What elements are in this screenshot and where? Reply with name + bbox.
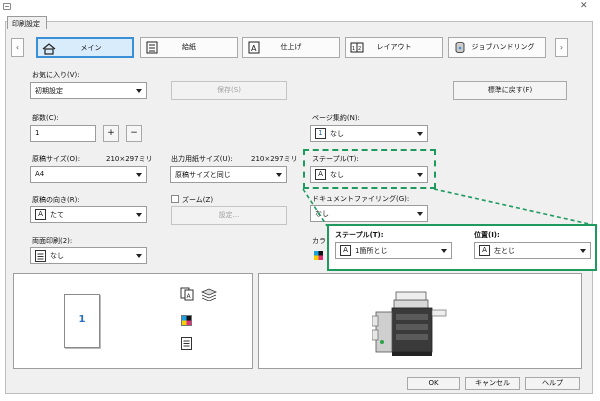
- chevron-down-icon: [136, 89, 142, 93]
- tab-layout-label: レイアウト: [376, 43, 412, 51]
- tab-print-settings[interactable]: 印刷設定: [7, 16, 47, 29]
- callout-position-label: 位置(I):: [474, 231, 500, 239]
- color-mode-icon: [314, 251, 323, 260]
- close-window-button[interactable]: ✕: [580, 1, 588, 11]
- original-size-value: A4: [35, 170, 45, 178]
- tab-finishing-label: 仕上げ: [280, 43, 302, 51]
- original-size-select[interactable]: A4: [30, 166, 147, 183]
- staple-highlight-frame: [303, 149, 436, 189]
- position-letter-icon: A: [479, 245, 490, 256]
- document-filing-value: なし: [315, 210, 329, 218]
- copies-increment-button[interactable]: +: [103, 125, 119, 142]
- zoom-settings-button[interactable]: 設定...: [171, 206, 287, 225]
- preview-page-number: 1: [78, 314, 86, 325]
- nav-next-button[interactable]: ›: [555, 38, 568, 57]
- tab-job-handling-label: ジョブハンドリング: [471, 43, 535, 51]
- tab-main[interactable]: メイン: [36, 37, 134, 58]
- output-size-select[interactable]: 原稿サイズと同じ: [170, 166, 287, 183]
- chevron-down-icon: [580, 249, 586, 253]
- color-mode-label: カラ: [312, 237, 326, 245]
- tab-job-handling[interactable]: ジョブハンドリング: [448, 37, 546, 58]
- help-button[interactable]: ヘルプ: [525, 377, 580, 390]
- favorites-value: 初期設定: [35, 87, 63, 95]
- n-up-page-icon: 1: [315, 128, 326, 139]
- orientation-select[interactable]: A たて: [30, 206, 147, 223]
- nav-prev-button[interactable]: ‹: [11, 38, 24, 57]
- tab-paper-source[interactable]: 給紙: [140, 37, 238, 58]
- document-filing-label: ドキュメントファイリング(G):: [312, 195, 410, 203]
- ok-button[interactable]: OK: [407, 377, 460, 390]
- duplex-document-icon: [35, 250, 46, 262]
- single-sided-icon: [181, 337, 192, 350]
- copies-input[interactable]: 1: [30, 125, 96, 142]
- duplex-value: なし: [50, 252, 64, 260]
- tab-finishing[interactable]: A 仕上げ: [242, 37, 340, 58]
- document-filing-select[interactable]: なし: [310, 205, 428, 222]
- printer-app-icon: [3, 3, 11, 10]
- stack-finishing-icon: [201, 288, 217, 301]
- pages-per-sheet-label: ページ集約(N):: [312, 114, 360, 122]
- save-favorite-button[interactable]: 保存(S): [171, 81, 287, 100]
- callout-staple-select[interactable]: A 1箇所とじ: [335, 242, 452, 259]
- chevron-down-icon: [136, 213, 142, 217]
- output-size-dims: 210×297ミリ: [251, 155, 298, 163]
- cancel-button[interactable]: キャンセル: [465, 377, 520, 390]
- callout-staple-value: 1箇所とじ: [355, 247, 388, 255]
- chevron-down-icon: [417, 212, 423, 216]
- chevron-down-icon: [441, 249, 447, 253]
- original-size-label: 原稿サイズ(O):: [32, 155, 81, 163]
- pages-setting-icon: A: [180, 287, 194, 301]
- zoom-label: ズーム(Z): [182, 196, 214, 204]
- staple-letter-icon: A: [340, 245, 351, 256]
- orientation-value: たて: [50, 211, 64, 219]
- tab-layout[interactable]: 12 レイアウト: [345, 37, 443, 58]
- chevron-down-icon: [276, 173, 282, 177]
- color-indicator-icon: [181, 315, 192, 326]
- chevron-down-icon: [136, 173, 142, 177]
- zoom-checkbox[interactable]: [171, 195, 179, 203]
- duplex-select[interactable]: なし: [30, 247, 147, 264]
- page-preview-thumbnail: 1: [64, 294, 100, 348]
- staple-options-callout: ステープル(T): A 1箇所とじ 位置(I): A 左とじ: [327, 224, 597, 271]
- page-preview-panel: [13, 273, 253, 369]
- pages-per-sheet-value: なし: [330, 130, 344, 138]
- output-size-label: 出力用紙サイズ(U):: [171, 155, 233, 163]
- chevron-down-icon: [136, 254, 142, 258]
- favorites-select[interactable]: 初期設定: [30, 82, 147, 99]
- original-size-dims: 210×297ミリ: [106, 155, 153, 163]
- callout-position-select[interactable]: A 左とじ: [474, 242, 591, 259]
- orientation-label: 原稿の向き(R):: [32, 196, 80, 204]
- printer-illustration-icon: [372, 291, 447, 356]
- duplex-label: 両面印刷(2):: [32, 237, 73, 245]
- copies-decrement-button[interactable]: −: [126, 125, 142, 142]
- title-bar: ✕: [0, 0, 600, 14]
- chevron-down-icon: [417, 132, 423, 136]
- copies-label: 部数(C):: [32, 114, 59, 122]
- callout-position-value: 左とじ: [494, 247, 515, 255]
- tab-paper-source-label: 給紙: [182, 43, 196, 51]
- portrait-letter-icon: A: [35, 209, 46, 220]
- favorites-label: お気に入り(V):: [32, 71, 80, 79]
- callout-staple-label: ステープル(T):: [335, 231, 384, 239]
- reset-defaults-button[interactable]: 標準に戻す(F): [453, 81, 567, 100]
- pages-per-sheet-select[interactable]: 1 なし: [310, 125, 428, 142]
- tab-main-label: メイン: [80, 44, 102, 52]
- output-size-value: 原稿サイズと同じ: [175, 171, 231, 179]
